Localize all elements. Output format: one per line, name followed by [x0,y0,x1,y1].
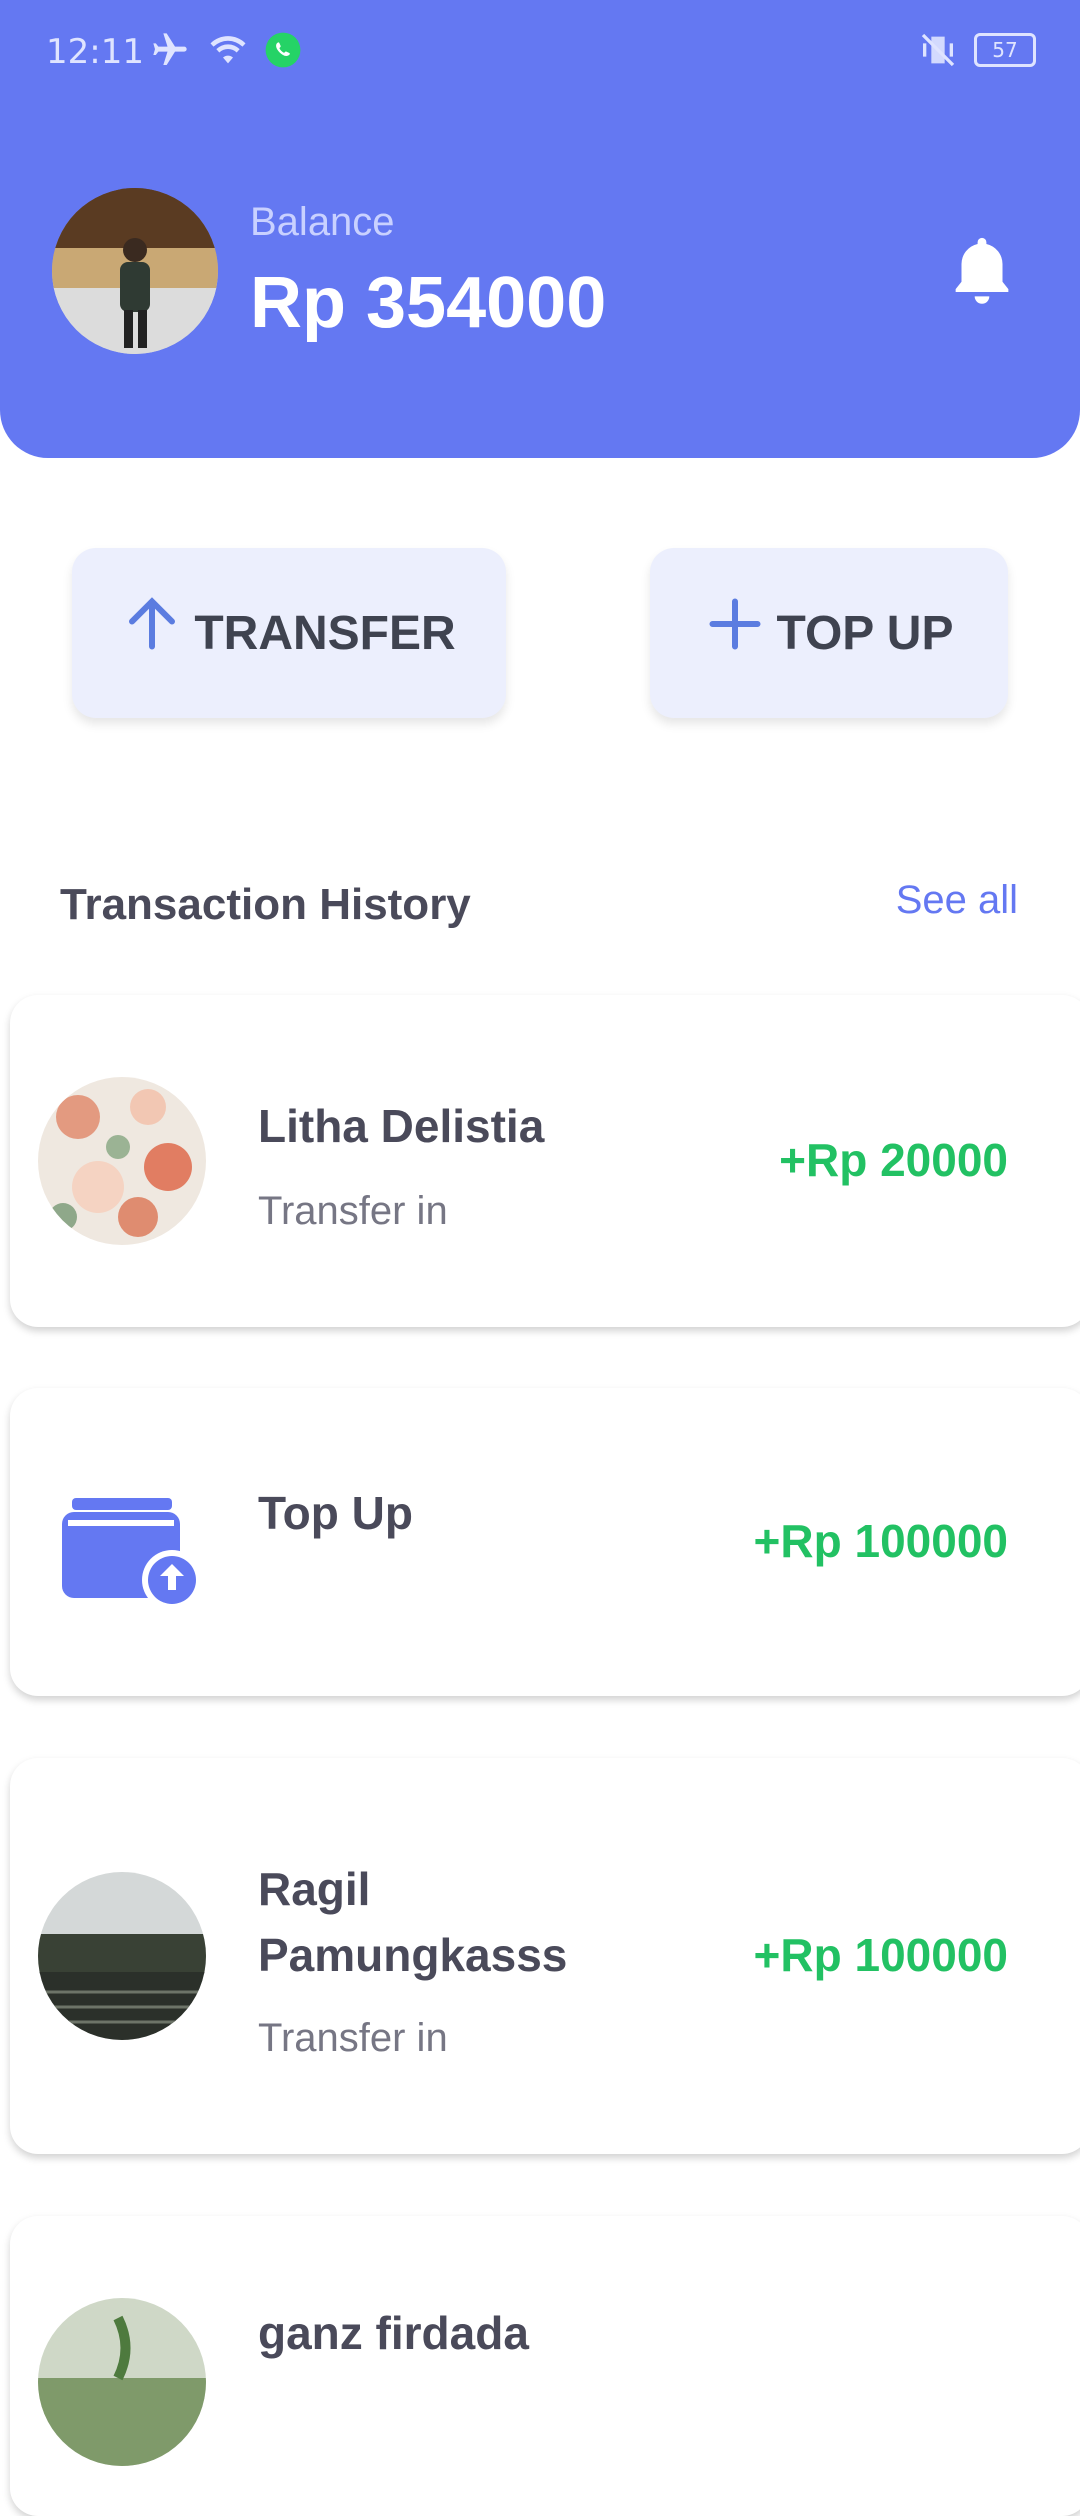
transfer-button[interactable]: TRANSFER [72,548,506,718]
transaction-item[interactable]: Litha Delistia Transfer in +Rp 20000 [10,995,1080,1327]
status-time: 12:11 [46,32,144,72]
arrow-up-icon [129,597,176,650]
wifi-icon [210,36,246,64]
user-photo [52,188,218,354]
wallet-upload-icon [62,1498,202,1610]
contact-avatar [38,1077,206,1245]
transaction-name: ganz firdada [258,2307,529,2359]
transaction-item[interactable]: ganz firdada [10,2216,1080,2516]
transaction-item[interactable]: Ragil Pamungkasss Transfer in +Rp 100000 [10,1758,1080,2154]
vibrate-off-icon [921,33,955,67]
balance-header: 12:11 57 Balance Rp 354000 [0,0,1080,458]
balance-label: Balance [250,200,395,244]
topup-button[interactable]: TOP UP [650,548,1008,718]
status-bar: 12:11 57 [0,0,1080,100]
see-all-link[interactable]: See all [896,878,1018,923]
transaction-type: Transfer in [258,1189,448,1233]
bell-icon[interactable] [946,232,1018,314]
transaction-name: Ragil Pamungkasss [258,1863,568,1981]
transfer-button-label: TRANSFER [194,606,456,660]
whatsapp-icon [265,32,301,68]
contact-avatar [38,2298,206,2466]
contact-avatar [38,1872,206,2040]
transaction-item[interactable]: Top Up +Rp 100000 [10,1388,1080,1696]
balance-amount: Rp 354000 [250,263,607,343]
transaction-amount: +Rp 100000 [753,1515,1008,1567]
transaction-name: Litha Delistia [258,1100,545,1152]
user-avatar[interactable] [52,188,218,354]
transaction-history-title: Transaction History [60,880,471,929]
airplane-icon [153,33,187,65]
plus-icon [709,598,761,650]
transaction-amount: +Rp 100000 [753,1929,1008,1981]
transaction-type: Transfer in [258,2016,448,2060]
transaction-amount: +Rp 20000 [779,1134,1008,1186]
battery-icon: 57 [974,33,1036,67]
topup-button-label: TOP UP [776,606,954,660]
transaction-name: Top Up [258,1487,413,1539]
